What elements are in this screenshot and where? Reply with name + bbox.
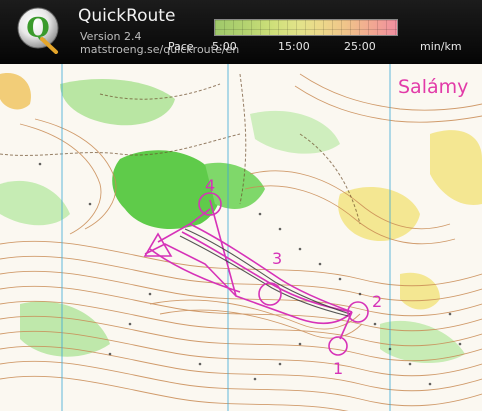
light-vegetation — [60, 79, 175, 126]
app-header: Q QuickRoute Version 2.4 matstroeng.se/q… — [0, 0, 482, 64]
yellow-clearing — [0, 73, 31, 110]
light-vegetation — [0, 180, 70, 226]
pace-tick-1: 5:00 — [212, 40, 237, 53]
map-graphics — [0, 64, 482, 411]
contour-lines — [0, 73, 482, 411]
logo-letter: Q — [26, 13, 50, 44]
yellow-clearing — [400, 272, 440, 310]
control-circle-1 — [328, 336, 348, 356]
control-number-3: 3 — [272, 249, 283, 268]
map-title: Salámy — [398, 76, 469, 98]
app-version: Version 2.4 — [80, 30, 142, 43]
control-number-1: 1 — [333, 359, 344, 378]
yellow-clearing — [430, 130, 482, 205]
pace-label: Pace — [168, 40, 194, 53]
orienteering-map[interactable]: Salámy 1 2 3 4 — [0, 64, 482, 411]
light-vegetation — [250, 110, 340, 154]
pace-unit: min/km — [420, 40, 462, 53]
control-number-2: 2 — [372, 292, 383, 311]
pace-tick-2: 15:00 — [278, 40, 310, 53]
app-title: QuickRoute — [78, 6, 176, 26]
quickroute-logo-icon: Q — [17, 7, 59, 54]
pace-color-scale — [214, 19, 398, 36]
pace-tick-3: 25:00 — [344, 40, 376, 53]
control-number-4: 4 — [205, 176, 216, 195]
